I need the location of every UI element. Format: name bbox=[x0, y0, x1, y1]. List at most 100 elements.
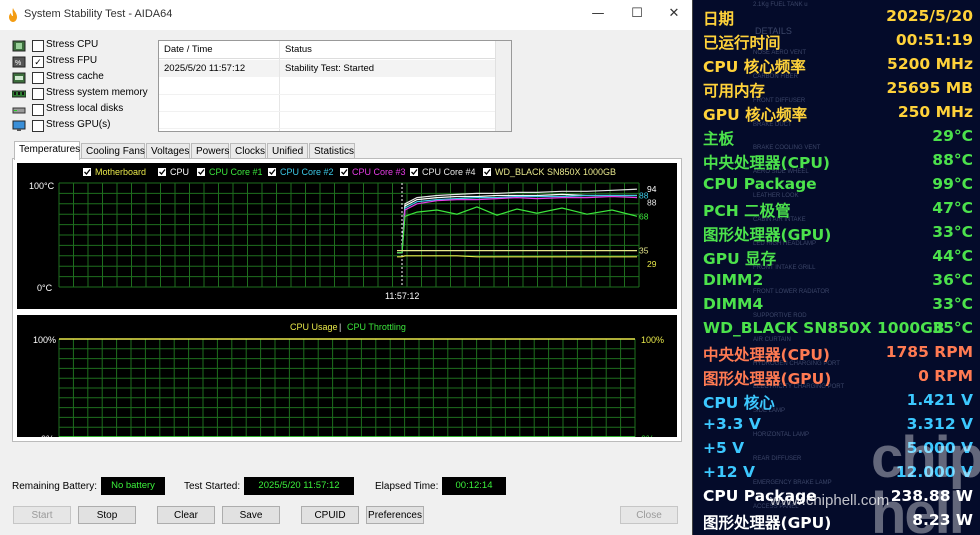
usage-y-top-label: 100% bbox=[33, 335, 56, 345]
tab-powers[interactable]: Powers bbox=[191, 143, 229, 159]
osd-row-value: 47°C bbox=[932, 199, 973, 217]
log-row-datetime[interactable]: 2025/5/20 11:57:12 bbox=[159, 60, 279, 77]
usage-right-top-label: 100% bbox=[641, 335, 664, 345]
stress-disks-option[interactable]: Stress local disks bbox=[12, 102, 162, 118]
stress-cache-option[interactable]: Stress cache bbox=[12, 70, 162, 86]
osd-row: 可用内存 25695 MB bbox=[693, 79, 980, 103]
status-log-list[interactable]: Date / Time Status 2025/5/20 11:57:12 St… bbox=[158, 40, 512, 132]
temp-y-bottom-label: 0°C bbox=[37, 283, 53, 293]
stop-button[interactable]: Stop bbox=[78, 506, 136, 524]
series-line bbox=[397, 193, 637, 254]
log-scrollbar[interactable] bbox=[495, 41, 511, 131]
window-title: System Stability Test - AIDA64 bbox=[24, 8, 173, 20]
osd-row: 图形处理器(GPU) 33°C bbox=[693, 223, 980, 247]
osd-row-label: GPU 显存 bbox=[703, 250, 777, 268]
osd-row-label: 日期 bbox=[703, 10, 735, 28]
stress-memory-option[interactable]: Stress system memory bbox=[12, 86, 162, 102]
right-value-label: 68 bbox=[639, 211, 649, 221]
tab-voltages[interactable]: Voltages bbox=[146, 143, 190, 159]
osd-row-value: 36°C bbox=[932, 271, 973, 289]
maximize-button[interactable]: ☐ bbox=[617, 0, 657, 30]
disk-drive-icon bbox=[12, 107, 26, 114]
osd-row: 图形处理器(GPU) 0 RPM bbox=[693, 367, 980, 391]
legend-label: CPU Core #3 bbox=[352, 167, 406, 177]
temperature-legend: Motherboard CPU CPU Core #1 CPU Core #2 CPU … bbox=[83, 167, 616, 177]
osd-row: GPU 核心频率 250 MHz bbox=[693, 103, 980, 127]
stress-memory-checkbox[interactable] bbox=[32, 88, 44, 100]
legend-checkbox[interactable] bbox=[410, 168, 418, 176]
aida64-window: System Stability Test - AIDA64 — ☐ ✕ Str… bbox=[0, 0, 693, 535]
tab-unified[interactable]: Unified bbox=[267, 143, 308, 159]
legend-checkbox[interactable] bbox=[483, 168, 491, 176]
minimize-button[interactable]: — bbox=[578, 0, 618, 30]
legend-checkbox[interactable] bbox=[197, 168, 205, 176]
osd-row: 日期 2025/5/20 bbox=[693, 7, 980, 31]
osd-row-value: 99°C bbox=[932, 175, 973, 193]
legend-label: CPU Core #2 bbox=[280, 167, 334, 177]
usage-grid bbox=[58, 338, 636, 437]
stress-cache-checkbox[interactable] bbox=[32, 72, 44, 84]
stress-gpu-option[interactable]: Stress GPU(s) bbox=[12, 118, 162, 134]
stress-disks-label: Stress local disks bbox=[46, 103, 124, 114]
legend-checkbox[interactable] bbox=[340, 168, 348, 176]
osd-row-label: 中央处理器(CPU) bbox=[703, 346, 830, 364]
stress-cpu-checkbox[interactable] bbox=[32, 40, 44, 52]
datetime-column-header[interactable]: Date / Time bbox=[159, 41, 279, 59]
legend-checkbox[interactable] bbox=[158, 168, 166, 176]
osd-row-label: 图形处理器(GPU) bbox=[703, 226, 832, 244]
monitor-icon bbox=[12, 120, 26, 131]
stress-fpu-option[interactable]: % ✓ Stress FPU bbox=[12, 54, 162, 70]
right-value-label: 35 bbox=[639, 246, 649, 256]
test-started-label: Test Started: bbox=[184, 481, 241, 492]
start-button[interactable]: Start bbox=[13, 506, 71, 524]
clear-button[interactable]: Clear bbox=[157, 506, 215, 524]
stress-disks-checkbox[interactable] bbox=[32, 104, 44, 116]
test-started-value: 2025/5/20 11:57:12 bbox=[244, 477, 354, 495]
legend-checkbox[interactable] bbox=[268, 168, 276, 176]
temp-y-top-label: 100°C bbox=[29, 181, 55, 191]
osd-row-label: CPU Package bbox=[703, 175, 817, 193]
preferences-button[interactable]: Preferences bbox=[366, 506, 424, 524]
legend-cpu-throttling: CPU Throttling bbox=[347, 322, 406, 332]
usage-y-bottom-label: 0% bbox=[41, 434, 54, 437]
temperatures-panel: Motherboard CPU CPU Core #1 CPU Core #2 CPU … bbox=[12, 158, 682, 442]
close-button[interactable]: Close bbox=[620, 506, 678, 524]
title-bar[interactable]: System Stability Test - AIDA64 — ☐ ✕ bbox=[0, 0, 692, 30]
osd-row: 中央处理器(CPU) 1785 RPM bbox=[693, 343, 980, 367]
stress-cpu-label: Stress CPU bbox=[46, 39, 99, 50]
osd-row-value: 1785 RPM bbox=[885, 343, 973, 361]
log-row-status[interactable]: Stability Test: Started bbox=[280, 60, 495, 77]
fpu-chip-icon: % bbox=[12, 56, 26, 68]
legend-checkbox[interactable] bbox=[83, 168, 91, 176]
save-button[interactable]: Save bbox=[222, 506, 280, 524]
legend-label: WD_BLACK SN850X 1000GB bbox=[495, 167, 616, 177]
cpu-usage-chart: CPU Usage | CPU Throttling 100% 0% 100% … bbox=[17, 315, 677, 437]
temp-x-marker-label: 11:57:12 bbox=[385, 291, 419, 301]
close-window-button[interactable]: ✕ bbox=[654, 0, 692, 30]
legend-label: CPU bbox=[170, 167, 189, 177]
elapsed-time-value: 00:12:14 bbox=[442, 477, 506, 495]
cpuid-button[interactable]: CPUID bbox=[301, 506, 359, 524]
stress-fpu-checkbox[interactable]: ✓ bbox=[32, 56, 44, 68]
tab-clocks[interactable]: Clocks bbox=[230, 143, 266, 159]
tab-temperatures[interactable]: Temperatures bbox=[14, 141, 80, 160]
series-line bbox=[397, 188, 638, 254]
stress-gpu-checkbox[interactable] bbox=[32, 120, 44, 132]
row-gridline bbox=[159, 94, 495, 95]
status-column-header[interactable]: Status bbox=[280, 41, 495, 59]
osd-row-label: CPU 核心频率 bbox=[703, 58, 806, 76]
legend-cpu-usage: CPU Usage bbox=[290, 322, 338, 332]
sensor-osd-panel: 2.1Kg FUEL TANK u DETAILS NOSE AERO VENT CA… bbox=[693, 0, 980, 535]
osd-row: DIMM4 33°C bbox=[693, 295, 980, 319]
osd-row-value: 35°C bbox=[932, 319, 973, 337]
tab-statistics[interactable]: Statistics bbox=[309, 143, 355, 159]
osd-row-value: 0 RPM bbox=[918, 367, 973, 385]
status-bar: Remaining Battery: No battery Test Start… bbox=[12, 477, 682, 497]
osd-row-value: 5200 MHz bbox=[887, 55, 973, 73]
osd-row-label: 主板 bbox=[703, 130, 735, 148]
osd-row-value: 33°C bbox=[932, 223, 973, 241]
stress-cpu-option[interactable]: Stress CPU bbox=[12, 38, 162, 54]
right-value-label: 29 bbox=[647, 259, 657, 269]
osd-row-label: 已运行时间 bbox=[703, 34, 781, 52]
tab-cooling-fans[interactable]: Cooling Fans bbox=[81, 143, 145, 159]
